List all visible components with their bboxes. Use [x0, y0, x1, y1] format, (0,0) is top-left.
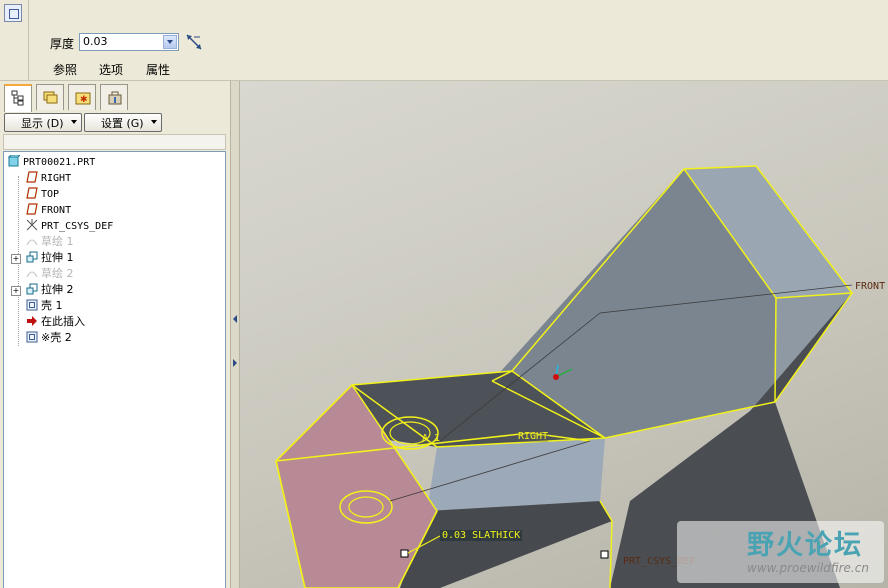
tree-item-extrude-2[interactable]: 拉伸 2	[26, 282, 74, 298]
settings-menu-label: 设置 (G)	[101, 117, 144, 130]
tree-item-csys[interactable]: PRT_CSYS_DEF	[26, 218, 113, 234]
svg-text:✱: ✱	[80, 95, 88, 105]
shell-feature-icon[interactable]	[4, 4, 22, 22]
csys-icon	[26, 219, 38, 231]
tree-item-shell-1[interactable]: 壳 1	[26, 298, 63, 314]
axis-label[interactable]: A_1	[422, 433, 440, 444]
datum-plane-icon	[26, 171, 38, 183]
expand-extrude-2-icon[interactable]: +	[11, 286, 21, 296]
dashboard-divider	[28, 0, 29, 80]
tree-item-front[interactable]: FRONT	[26, 202, 71, 218]
datum-plane-icon	[26, 187, 38, 199]
tab-properties[interactable]: 属性	[146, 61, 170, 78]
thickness-value: 0.03	[83, 35, 108, 48]
extrude-icon	[26, 251, 38, 263]
thickness-input[interactable]: 0.03	[79, 33, 179, 51]
sketch-icon	[26, 239, 38, 246]
folder-stack-icon	[43, 91, 58, 104]
tree-item-part[interactable]: PRT00021.PRT	[8, 154, 95, 170]
model-tree: + + PRT00021.PRT RIGHT TOP FRONT PRT_CSY…	[3, 151, 226, 588]
tab-folder-browser[interactable]	[36, 84, 64, 110]
tab-favorites[interactable]: ✱	[68, 84, 96, 110]
watermark-url: www.proewildfire.cn	[747, 561, 869, 575]
tab-connections[interactable]	[100, 84, 128, 110]
channel-inner-face	[427, 438, 605, 511]
dropdown-arrow-icon	[71, 120, 77, 124]
tree-item-shell-2[interactable]: ※壳 2	[26, 330, 72, 346]
tab-model-tree[interactable]	[4, 84, 32, 112]
thickness-label: 厚度	[50, 37, 75, 51]
tab-options[interactable]: 选项	[99, 61, 123, 78]
tree-filter-bar	[3, 134, 226, 150]
settings-menu-button[interactable]: 设置 (G)	[84, 113, 162, 132]
chevron-down-icon[interactable]	[163, 35, 177, 49]
front-plane-label[interactable]: FRONT	[855, 281, 885, 292]
tree-item-sketch-2[interactable]: 草绘 2	[26, 266, 74, 282]
tab-references[interactable]: 参照	[53, 61, 77, 78]
tree-item-top[interactable]: TOP	[26, 186, 59, 202]
extrude-icon	[26, 283, 38, 295]
collapse-arrows-icon[interactable]	[231, 311, 239, 371]
shell-icon	[26, 299, 38, 311]
part-icon	[8, 155, 20, 167]
shell-icon	[26, 331, 38, 343]
tree-item-right[interactable]: RIGHT	[26, 170, 71, 186]
thickness-dimension-label[interactable]: 0.03 SLATHICK	[440, 530, 523, 541]
favorites-folder-icon: ✱	[75, 92, 91, 105]
sketch-icon	[26, 271, 38, 278]
insert-arrow-icon	[27, 316, 37, 326]
dropdown-arrow-icon	[151, 120, 157, 124]
graphics-viewport[interactable]: FRONT RIGHT PRT_CSYS_DEF A_1 0.03 SLATHI…	[240, 81, 888, 588]
tree-item-extrude-1[interactable]: 拉伸 1	[26, 250, 74, 266]
show-menu-label: 显示 (D)	[21, 117, 64, 130]
tree-item-insert-here[interactable]: 在此插入	[26, 314, 85, 330]
model-tree-icon	[11, 90, 24, 106]
right-plane-label[interactable]: RIGHT	[518, 431, 549, 442]
shell-dashboard: 厚度 0.03 参照 选项 属性	[0, 0, 888, 81]
watermark-title: 野火论坛	[747, 530, 863, 561]
flip-direction-icon[interactable]	[185, 33, 203, 51]
datum-plane-icon	[26, 203, 38, 215]
panel-splitter[interactable]	[230, 81, 240, 588]
watermark: 野火论坛 www.proewildfire.cn	[677, 521, 884, 583]
csys-handle[interactable]	[600, 550, 609, 559]
flame-logo-icon	[695, 526, 729, 579]
drag-handle[interactable]	[400, 549, 409, 558]
tools-icon	[108, 91, 122, 105]
model-3d-view[interactable]	[240, 81, 888, 588]
tree-item-sketch-1[interactable]: 草绘 1	[26, 234, 74, 250]
show-menu-button[interactable]: 显示 (D)	[4, 113, 82, 132]
expand-extrude-1-icon[interactable]: +	[11, 254, 21, 264]
